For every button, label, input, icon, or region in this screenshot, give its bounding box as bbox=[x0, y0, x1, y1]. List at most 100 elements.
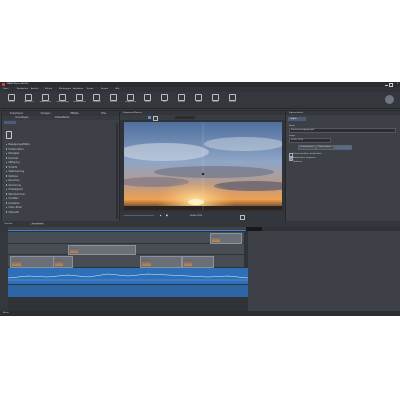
effect-list-item[interactable]: Helligkeit bbox=[6, 152, 19, 155]
media-tab[interactable]: Effekte bbox=[60, 112, 89, 116]
toolbar-button[interactable]: Öffnen bbox=[4, 93, 19, 106]
effect-list-item[interactable]: Schatten bbox=[6, 197, 19, 200]
toolbar-button[interactable]: Rückgängig bbox=[55, 93, 70, 106]
toolbar-button[interactable]: Marker bbox=[174, 93, 189, 106]
clip-track3d[interactable] bbox=[182, 256, 214, 268]
effect-list-item[interactable]: Rauschen bbox=[6, 179, 20, 182]
clip-thumbnail bbox=[55, 260, 63, 266]
clip-track3c[interactable] bbox=[140, 256, 182, 268]
selected-category[interactable] bbox=[4, 121, 16, 124]
user-avatar[interactable] bbox=[385, 95, 394, 104]
toolbar-button-label: Speichern bbox=[23, 101, 34, 103]
effect-list-label: Weichzeichner bbox=[8, 192, 26, 196]
track-1[interactable] bbox=[8, 232, 244, 243]
toolbar-button[interactable]: Schnitt bbox=[106, 93, 121, 106]
menu-item[interactable]: Bearbeiten bbox=[17, 88, 28, 91]
options-label: Optionen bbox=[293, 160, 303, 163]
effect-list-item[interactable]: Verzerrung bbox=[6, 184, 21, 187]
menu-item[interactable]: Effekte bbox=[45, 88, 52, 91]
menu-item[interactable]: Extras bbox=[87, 88, 93, 91]
toolbar-button-label: Exportieren bbox=[39, 101, 52, 103]
media-tab[interactable]: Titel bbox=[89, 112, 118, 116]
minimize-icon[interactable] bbox=[385, 84, 388, 86]
menu-item[interactable]: Fenster bbox=[101, 88, 108, 91]
zoom-icon bbox=[144, 94, 151, 101]
media-subtab[interactable]: Grundlagen bbox=[2, 116, 42, 120]
clip-track3b[interactable] bbox=[53, 256, 73, 268]
toolbar-button[interactable]: Video bbox=[191, 93, 206, 106]
effect-list-label: Stereo3D bbox=[8, 210, 20, 214]
effect-list-item[interactable]: Gradation bbox=[6, 202, 20, 205]
clip-track1[interactable] bbox=[210, 233, 242, 244]
status-text: Bereit bbox=[3, 312, 9, 315]
effect-list-scrollbar[interactable] bbox=[116, 123, 118, 219]
apply-button[interactable]: Übernehmen bbox=[316, 145, 334, 150]
media-tab[interactable]: Importieren bbox=[2, 112, 31, 116]
media-subtab[interactable]: Videoeffekte bbox=[42, 116, 82, 120]
export-icon bbox=[42, 94, 49, 101]
toolbar-button[interactable]: Text bbox=[157, 93, 172, 106]
toolbar-button[interactable]: Audio bbox=[208, 93, 223, 106]
effect-list-item[interactable]: Schärfe bbox=[6, 166, 17, 169]
more-button[interactable] bbox=[334, 145, 352, 150]
effect-list-item[interactable]: Weichzeichner bbox=[6, 193, 25, 196]
media-tab[interactable]: Vorlagen bbox=[31, 112, 60, 116]
toolbar-button[interactable]: Zoom bbox=[140, 93, 155, 106]
tab-storyboard[interactable]: Storyboard bbox=[30, 222, 46, 225]
effect-list-label: Bewegungseffekte bbox=[8, 143, 30, 146]
zoom-dropdown[interactable] bbox=[175, 116, 195, 119]
properties-section-tab[interactable]: Objekt bbox=[288, 117, 306, 121]
toolbar-button-label: Marker bbox=[178, 101, 185, 103]
length-field-value: 00:00:12:00 bbox=[291, 139, 304, 142]
menu-item[interactable]: Ansicht bbox=[31, 88, 38, 91]
menu-item[interactable]: Hilfe bbox=[115, 88, 120, 91]
toolbar-button[interactable]: Effekte bbox=[225, 93, 240, 106]
close-icon[interactable]: ✕ bbox=[397, 83, 399, 86]
clip-track2[interactable] bbox=[68, 245, 136, 255]
toolbar-button-label: Gruppieren bbox=[124, 101, 137, 103]
preview-scrubber[interactable] bbox=[124, 215, 154, 216]
play-icon[interactable]: ▶ bbox=[160, 215, 162, 218]
toolbar-button-label: Öffnen bbox=[8, 101, 15, 103]
effect-list-item[interactable]: Stabilisierung bbox=[6, 170, 24, 173]
select-tool-icon[interactable] bbox=[148, 116, 151, 119]
effect-list-label: Schatten bbox=[8, 197, 19, 200]
toolbar-button[interactable]: Exportieren bbox=[38, 93, 53, 106]
toolbar-button[interactable]: Gruppieren bbox=[123, 93, 138, 106]
menu-item[interactable]: Wiedergabe bbox=[59, 88, 71, 91]
effect-list-item[interactable]: Stereo3D bbox=[6, 211, 19, 214]
effect-list-label: Rauschen bbox=[8, 179, 20, 182]
stop-icon[interactable]: ■ bbox=[166, 215, 168, 218]
audio-track-2[interactable] bbox=[8, 285, 248, 297]
effect-list-item[interactable]: Farbabgleich bbox=[6, 188, 23, 191]
effect-list-item[interactable]: Bewegungseffekte bbox=[6, 143, 30, 146]
trim-icon bbox=[93, 94, 100, 101]
crop-tool-icon[interactable] bbox=[153, 116, 158, 121]
clip-thumbnail bbox=[12, 260, 21, 266]
audio-track[interactable] bbox=[7, 268, 249, 284]
toolbar-button-label: Rückgängig bbox=[56, 101, 69, 103]
effect-list-label: Schärfe bbox=[8, 165, 18, 169]
fullscreen-icon[interactable] bbox=[240, 215, 245, 220]
properties-section-label: Objekt bbox=[290, 117, 297, 120]
menu-item[interactable]: Aufnahme bbox=[73, 88, 83, 91]
toolbar-button[interactable]: Speichern bbox=[21, 93, 36, 106]
effect-list-item[interactable]: Kontrast bbox=[6, 157, 18, 160]
video-frame[interactable] bbox=[124, 122, 282, 210]
menu-item[interactable]: Datei bbox=[3, 88, 8, 91]
effect-list-item[interactable]: Sättigung bbox=[6, 161, 20, 164]
undo-icon bbox=[59, 94, 66, 101]
clip-track3a[interactable] bbox=[10, 256, 54, 268]
toolbar-button-label: Schnitt bbox=[109, 101, 118, 103]
toolbar-button[interactable]: Trimmen bbox=[89, 93, 104, 106]
effect-list-item[interactable]: Video-Mixer bbox=[6, 206, 22, 209]
length-field[interactable]: 00:00:12:00 bbox=[289, 138, 331, 143]
tab-timeline[interactable]: Timeline bbox=[4, 223, 13, 226]
range-bar[interactable] bbox=[8, 230, 248, 231]
effect-list-item[interactable]: Farbkorrektur bbox=[6, 148, 24, 151]
effect-list-item[interactable]: Zeitlupe bbox=[6, 175, 18, 178]
toolbar-button-label: Text bbox=[162, 101, 167, 103]
reset-button[interactable]: Zurücksetzen bbox=[298, 145, 316, 150]
toolbar-button[interactable]: Wiederholen bbox=[72, 93, 87, 106]
name-field[interactable]: Sonnenuntergang.mp4 bbox=[289, 128, 396, 133]
